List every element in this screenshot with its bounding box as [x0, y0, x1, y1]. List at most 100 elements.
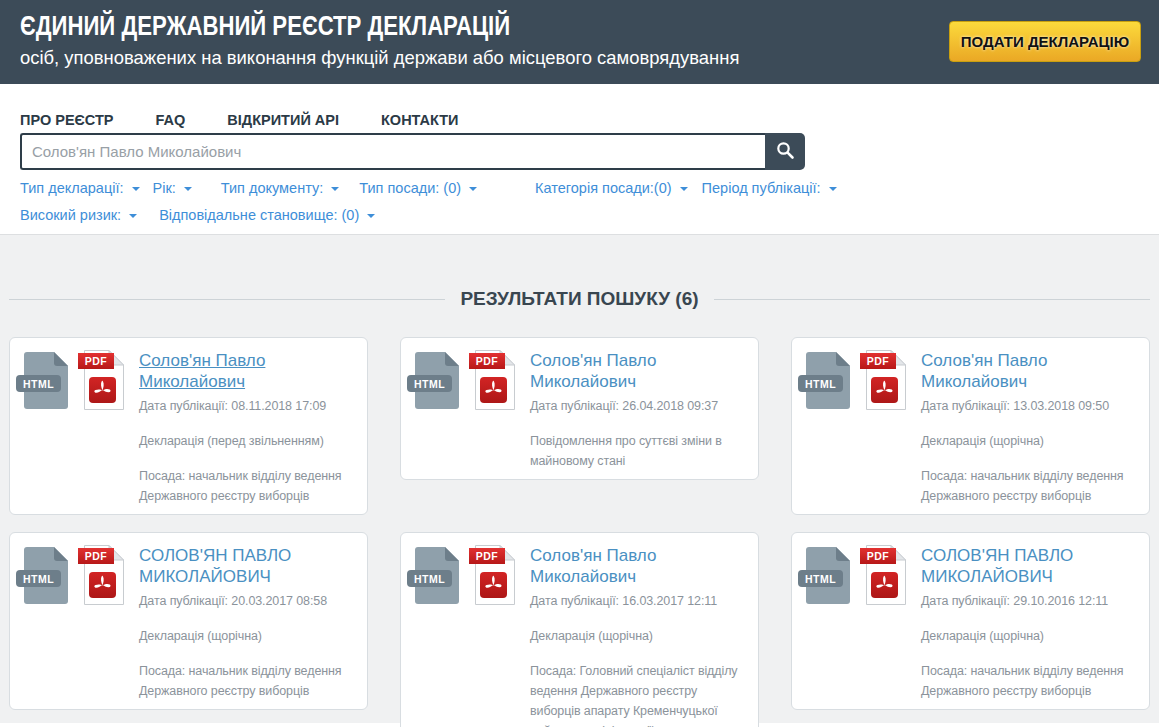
acrobat-icon [89, 572, 116, 598]
result-card: HTML PDF Солов'ян Павло Миколайович Дата… [400, 532, 759, 727]
acrobat-icon [480, 572, 507, 598]
html-badge: HTML [16, 375, 61, 392]
pdf-file-icon[interactable]: PDF [860, 545, 906, 605]
declaration-person-link[interactable]: Солов'ян Павло Миколайович [530, 350, 744, 392]
html-badge: HTML [16, 570, 61, 587]
search-bar [20, 133, 805, 170]
declaration-type: Декларація (щорічна) [139, 626, 353, 646]
card-body: Солов'ян Павло Миколайович Дата публікац… [921, 350, 1135, 506]
position-text: Посада: Головний спеціаліст відділу веде… [530, 661, 744, 727]
filter-dropdown[interactable]: Тип декларації: [20, 180, 140, 196]
chevron-down-icon [367, 214, 375, 218]
chevron-down-icon [184, 187, 192, 191]
search-button[interactable] [765, 133, 805, 170]
pdf-badge: PDF [469, 548, 505, 564]
filter-dropdown[interactable]: Тип посади: (0) [359, 180, 477, 196]
position-text: Посада: начальник відділу ведення Держав… [921, 466, 1135, 506]
divider-line-left [9, 299, 445, 300]
publication-date: Дата публікації: 08.11.2018 17:09 [139, 396, 353, 416]
main-nav: ПРО РЕЄСТР FAQ ВІДКРИТИЙ АРІ КОНТАКТИ [20, 112, 1159, 128]
page-subtitle: осіб, уповноважених на виконання функцій… [20, 47, 739, 69]
pdf-badge: PDF [78, 353, 114, 369]
publication-date: Дата публікації: 13.03.2018 09:50 [921, 396, 1135, 416]
position-text: Посада: начальник відділу ведення Держав… [139, 661, 353, 701]
declaration-person-link[interactable]: Солов'ян Павло Миколайович [921, 350, 1135, 392]
filters: Тип декларації: Рік: Тип документу: Тип … [20, 180, 1159, 223]
file-icons: HTML PDF [24, 545, 139, 609]
nav-open-api[interactable]: ВІДКРИТИЙ АРІ [227, 112, 339, 128]
card-body: Солов'ян Павло Миколайович Дата публікац… [530, 350, 744, 471]
html-badge: HTML [407, 570, 452, 587]
submit-declaration-button[interactable]: ПОДАТИ ДЕКЛАРАЦІЮ [949, 21, 1141, 62]
html-file-icon[interactable]: HTML [806, 547, 850, 604]
chevron-down-icon [680, 187, 688, 191]
declaration-person-link[interactable]: Солов'ян Павло Миколайович [530, 545, 744, 587]
publication-date: Дата публікації: 26.04.2018 09:37 [530, 396, 744, 416]
html-file-icon[interactable]: HTML [24, 547, 68, 604]
declaration-type: Декларація (щорічна) [921, 431, 1135, 451]
acrobat-icon [871, 572, 898, 598]
html-file-icon[interactable]: HTML [24, 352, 68, 409]
file-icons: HTML PDF [806, 350, 921, 414]
pdf-file-icon[interactable]: PDF [78, 350, 124, 410]
search-icon [774, 139, 796, 164]
declaration-type: Повідомлення про суттєві зміни в майново… [530, 431, 744, 471]
result-card: HTML PDF Солов'ян Павло Миколайович Дата… [400, 337, 759, 480]
pdf-badge: PDF [469, 353, 505, 369]
declaration-type: Декларація (щорічна) [530, 626, 744, 646]
nav-contacts[interactable]: КОНТАКТИ [381, 112, 459, 128]
card-body: Солов'ян Павло Миколайович Дата публікац… [139, 350, 353, 506]
result-card: HTML PDF СОЛОВ'ЯН ПАВЛО МИКОЛАЙОВИЧ Дата… [791, 532, 1150, 710]
html-file-icon[interactable]: HTML [415, 547, 459, 604]
result-card: HTML PDF СОЛОВ'ЯН ПАВЛО МИКОЛАЙОВИЧ Дата… [9, 532, 368, 710]
acrobat-icon [480, 377, 507, 403]
card-body: СОЛОВ'ЯН ПАВЛО МИКОЛАЙОВИЧ Дата публікац… [921, 545, 1135, 701]
position-text: Посада: начальник відділу ведення Держав… [921, 661, 1135, 701]
publication-date: Дата публікації: 20.03.2017 08:58 [139, 591, 353, 611]
publication-date: Дата публікації: 29.10.2016 12:11 [921, 591, 1135, 611]
filter-dropdown[interactable]: Рік: [153, 180, 192, 196]
results-section: РЕЗУЛЬТАТИ ПОШУКУ (6) HTML PDF Солов'ян … [0, 234, 1159, 723]
declaration-person-link[interactable]: СОЛОВ'ЯН ПАВЛО МИКОЛАЙОВИЧ [139, 545, 353, 587]
header: ЄДИНИЙ ДЕРЖАВНИЙ РЕЄСТР ДЕКЛАРАЦІЙ осіб,… [0, 0, 1159, 84]
card-body: Солов'ян Павло Миколайович Дата публікац… [530, 545, 744, 727]
file-icons: HTML PDF [415, 545, 530, 609]
chevron-down-icon [331, 187, 339, 191]
declaration-type: Декларація (щорічна) [921, 626, 1135, 646]
page-title: ЄДИНИЙ ДЕРЖАВНИЙ РЕЄСТР ДЕКЛАРАЦІЙ [20, 11, 510, 42]
chevron-down-icon [132, 187, 140, 191]
file-icons: HTML PDF [415, 350, 530, 414]
chevron-down-icon [469, 187, 477, 191]
pdf-file-icon[interactable]: PDF [860, 350, 906, 410]
html-badge: HTML [407, 375, 452, 392]
search-input[interactable] [20, 133, 765, 170]
declaration-person-link[interactable]: Солов'ян Павло Миколайович [139, 350, 353, 392]
nav-about-registry[interactable]: ПРО РЕЄСТР [20, 112, 114, 128]
html-file-icon[interactable]: HTML [806, 352, 850, 409]
declaration-type: Декларація (перед звільненням) [139, 431, 353, 451]
html-badge: HTML [798, 375, 843, 392]
acrobat-icon [871, 377, 898, 403]
chevron-down-icon [129, 214, 137, 218]
pdf-file-icon[interactable]: PDF [78, 545, 124, 605]
filter-dropdown[interactable]: Категорія посади:(0) [535, 180, 688, 196]
filter-dropdown[interactable]: Період публікації: [702, 180, 837, 196]
card-body: СОЛОВ'ЯН ПАВЛО МИКОЛАЙОВИЧ Дата публікац… [139, 545, 353, 701]
publication-date: Дата публікації: 16.03.2017 12:11 [530, 591, 744, 611]
nav-faq[interactable]: FAQ [156, 112, 186, 128]
results-grid: HTML PDF Солов'ян Павло Миколайович Дата… [9, 337, 1150, 727]
filter-dropdown[interactable]: Відповідальне становище: (0) [159, 207, 375, 223]
filter-dropdown[interactable]: Тип документу: [221, 180, 339, 196]
declaration-person-link[interactable]: СОЛОВ'ЯН ПАВЛО МИКОЛАЙОВИЧ [921, 545, 1135, 587]
file-icons: HTML PDF [24, 350, 139, 414]
filter-dropdown[interactable]: Високий ризик: [20, 207, 137, 223]
pdf-file-icon[interactable]: PDF [469, 545, 515, 605]
html-badge: HTML [798, 570, 843, 587]
pdf-badge: PDF [860, 548, 896, 564]
file-icons: HTML PDF [806, 545, 921, 609]
acrobat-icon [89, 377, 116, 403]
html-file-icon[interactable]: HTML [415, 352, 459, 409]
pdf-file-icon[interactable]: PDF [469, 350, 515, 410]
pdf-badge: PDF [78, 548, 114, 564]
position-text: Посада: начальник відділу ведення Держав… [139, 466, 353, 506]
